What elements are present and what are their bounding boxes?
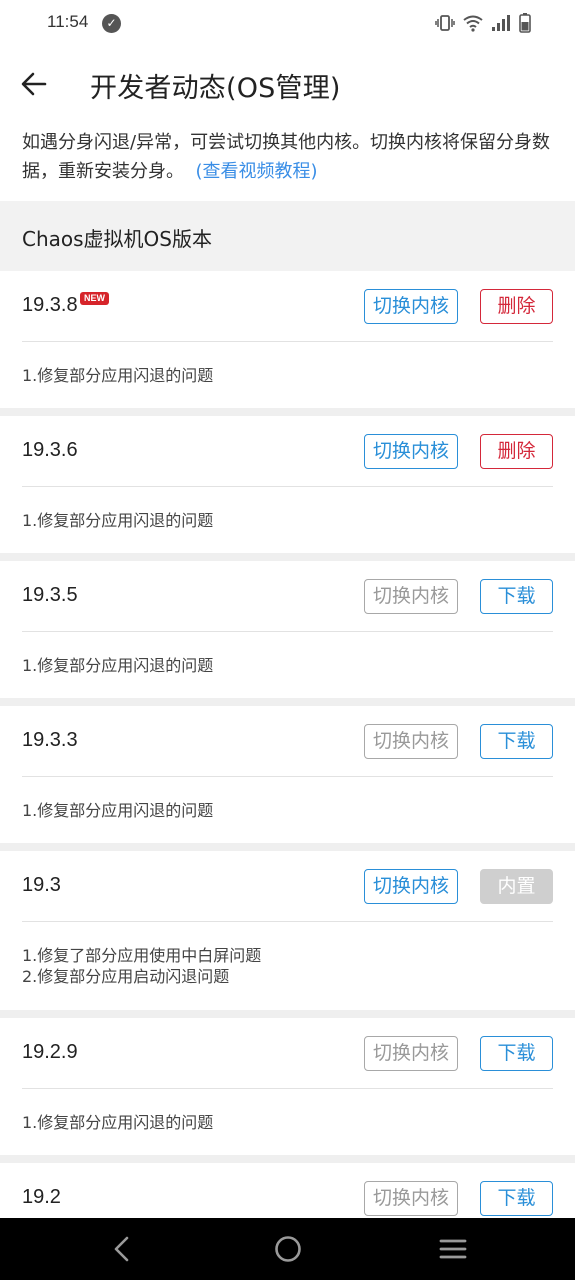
version-notes: 1.修复部分应用闪退的问题 bbox=[0, 487, 575, 553]
version-list: 19.3.8 NEW 切换内核 删除 1.修复部分应用闪退的问题 19.3.6 切换内核 删除… bbox=[0, 271, 575, 1280]
nav-menu-icon bbox=[439, 1239, 467, 1259]
version-card: 19.3.6 切换内核 删除 1.修复部分应用闪退的问题 bbox=[0, 416, 575, 561]
version-note-line: 1.修复部分应用闪退的问题 bbox=[22, 366, 214, 385]
video-tutorial-link[interactable]: (查看视频教程) bbox=[195, 161, 317, 182]
version-card-header: 19.3.6 切换内核 删除 bbox=[22, 416, 553, 487]
version-number: 19.2.9 bbox=[22, 1041, 78, 1063]
download-button[interactable]: 下载 bbox=[480, 579, 553, 614]
version-number: 19.3.8 bbox=[22, 294, 78, 316]
version-card-header: 19.3.5 切换内核 下载 bbox=[22, 561, 553, 632]
version-notes: 1.修复部分应用闪退的问题 bbox=[0, 342, 575, 408]
version-card-header: 19.3 切换内核 内置 bbox=[22, 851, 553, 922]
version-notes: 1.修复部分应用闪退的问题 bbox=[0, 777, 575, 843]
download-button[interactable]: 下载 bbox=[480, 1181, 553, 1216]
version-card: 19.3.5 切换内核 下载 1.修复部分应用闪退的问题 bbox=[0, 561, 575, 706]
version-number: 19.3.6 bbox=[22, 439, 78, 461]
notice-text: 如遇分身闪退/异常，可尝试切换其他内核。切换内核将保留分身数据，重新安装分身。 … bbox=[22, 128, 557, 186]
version-note-line: 1.修复部分应用闪退的问题 bbox=[22, 801, 214, 820]
wifi-icon bbox=[463, 15, 483, 32]
download-button[interactable]: 下载 bbox=[480, 724, 553, 759]
version-card-header: 19.2.9 切换内核 下载 bbox=[22, 1018, 553, 1089]
check-circle-icon: ✓ bbox=[102, 14, 121, 33]
signal-icon bbox=[492, 15, 510, 31]
switch-kernel-button[interactable]: 切换内核 bbox=[364, 1036, 458, 1071]
version-number: 19.3 bbox=[22, 874, 61, 896]
back-button[interactable] bbox=[12, 62, 56, 106]
version-number: 19.3.3 bbox=[22, 729, 78, 751]
version-note-line: 1.修复部分应用闪退的问题 bbox=[22, 656, 214, 675]
switch-kernel-button[interactable]: 切换内核 bbox=[364, 434, 458, 469]
version-number: 19.2 bbox=[22, 1186, 61, 1208]
version-note-line: 2.修复部分应用启动闪退问题 bbox=[22, 967, 230, 986]
nav-menu-button[interactable] bbox=[413, 1218, 493, 1280]
vibrate-icon bbox=[435, 15, 455, 31]
version-card: 19.3 切换内核 内置 1.修复了部分应用使用中白屏问题 2.修复部分应用启动闪退问题 bbox=[0, 851, 575, 1018]
version-notes: 1.修复了部分应用使用中白屏问题 2.修复部分应用启动闪退问题 bbox=[0, 922, 575, 1010]
version-card-header: 19.3.3 切换内核 下载 bbox=[22, 706, 553, 777]
page-title: 开发者动态(OS管理) bbox=[90, 73, 341, 104]
status-time: 11:54 bbox=[47, 12, 89, 31]
version-card-header: 19.3.8 NEW 切换内核 删除 bbox=[22, 271, 553, 342]
version-note-line: 1.修复部分应用闪退的问题 bbox=[22, 511, 214, 530]
switch-kernel-button[interactable]: 切换内核 bbox=[364, 289, 458, 324]
navigation-bar bbox=[0, 1218, 575, 1280]
section-title: Chaos虚拟机OS版本 bbox=[22, 227, 212, 251]
version-notes: 1.修复部分应用闪退的问题 bbox=[0, 632, 575, 698]
nav-home-icon bbox=[275, 1236, 301, 1262]
switch-kernel-button[interactable]: 切换内核 bbox=[364, 724, 458, 759]
switch-kernel-button[interactable]: 切换内核 bbox=[364, 1181, 458, 1216]
new-badge: NEW bbox=[80, 292, 109, 305]
delete-button[interactable]: 删除 bbox=[480, 289, 553, 324]
status-icons bbox=[435, 13, 531, 33]
switch-kernel-button[interactable]: 切换内核 bbox=[364, 579, 458, 614]
status-bar: 11:54 ✓ bbox=[0, 0, 575, 48]
version-card: 19.3.3 切换内核 下载 1.修复部分应用闪退的问题 bbox=[0, 706, 575, 851]
version-note-line: 1.修复部分应用闪退的问题 bbox=[22, 1113, 214, 1132]
nav-home-button[interactable] bbox=[248, 1218, 328, 1280]
download-button[interactable]: 下载 bbox=[480, 1036, 553, 1071]
app-bar: 开发者动态(OS管理) bbox=[0, 48, 575, 120]
nav-back-button[interactable] bbox=[82, 1218, 162, 1280]
version-card: 19.3.8 NEW 切换内核 删除 1.修复部分应用闪退的问题 bbox=[0, 271, 575, 416]
switch-kernel-button[interactable]: 切换内核 bbox=[364, 869, 458, 904]
version-note-line: 1.修复了部分应用使用中白屏问题 bbox=[22, 946, 262, 965]
arrow-left-icon bbox=[21, 72, 47, 96]
version-notes: 1.修复部分应用闪退的问题 bbox=[0, 1089, 575, 1155]
section-header: Chaos虚拟机OS版本 bbox=[0, 201, 575, 271]
builtin-label: 内置 bbox=[480, 869, 553, 904]
version-number: 19.3.5 bbox=[22, 584, 78, 606]
delete-button[interactable]: 删除 bbox=[480, 434, 553, 469]
battery-icon bbox=[519, 13, 531, 33]
nav-back-icon bbox=[114, 1236, 129, 1262]
version-card: 19.2.9 切换内核 下载 1.修复部分应用闪退的问题 bbox=[0, 1018, 575, 1163]
